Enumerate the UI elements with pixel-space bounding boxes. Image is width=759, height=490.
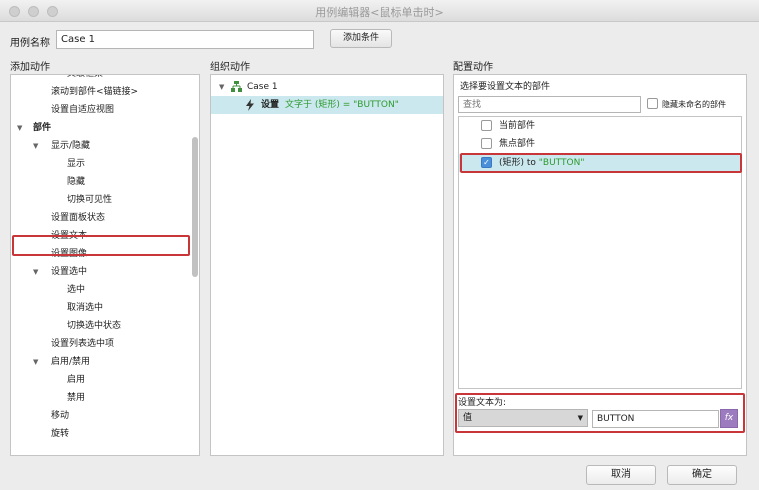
action-tree-item-label: 禁用 [67,393,86,403]
case-name-label: 用例名称 [10,38,50,49]
set-text-highlight-box [455,393,745,433]
hide-unnamed-label: 隐藏未命名的部件 [662,100,726,109]
expand-triangle-icon[interactable]: ▼ [33,263,38,281]
widget-highlight-box [460,153,742,173]
ok-button[interactable]: 确定 [667,465,737,485]
set-text-highlight-box [12,235,190,256]
lightning-icon [245,99,255,118]
expand-triangle-icon[interactable]: ▼ [17,119,22,137]
action-tree-item-label: 选中 [67,285,86,295]
action-description: 文字于 (矩形) = "BUTTON" [285,100,399,110]
widget-row-focus[interactable]: 焦点部件 [459,135,741,153]
add-condition-button[interactable]: 添加条件 [330,29,392,48]
action-tree-item-label: 滚动到部件<锚链接> [51,87,139,97]
action-row-selected[interactable]: 设置 文字于 (矩形) = "BUTTON" [211,96,443,114]
organize-action-panel: ▼ Case 1 设置 文字于 (矩形) = "BUTTON" [210,74,444,456]
configure-action-heading: 配置动作 [453,62,493,73]
action-tree-item-label: 切换可见性 [67,195,113,205]
action-tree-item-label: 移动 [51,411,70,421]
widget-search-input[interactable] [458,96,641,113]
widget-checkbox[interactable] [481,120,492,131]
widget-label: 当前部件 [499,121,536,131]
action-tree-item-label: 取消选中 [67,303,104,313]
action-tree-item-label: 设置列表选中项 [51,339,115,349]
action-tree-item-label: 启用/禁用 [51,357,91,367]
case-tree-row[interactable]: ▼ Case 1 [211,78,443,96]
action-tree-item-label: 旋转 [51,429,70,439]
configure-action-panel: 选择要设置文本的部件 隐藏未命名的部件 当前部件 焦点部件 ✓ (矩形) to … [453,74,747,456]
action-tree-item-label: 部件 [33,123,52,133]
action-tree-item-label: 父级框架 [67,74,104,79]
window-title: 用例编辑器<鼠标单击时> [315,6,444,19]
action-verb: 设置 [261,100,280,110]
hide-unnamed-checkbox[interactable] [647,98,658,109]
case-name-input[interactable] [56,30,314,49]
select-widget-subtitle: 选择要设置文本的部件 [460,82,551,92]
action-tree-panel: 父级框架滚动到部件<锚链接> 设置自适应视图 ▼ 部件 ▼ 显示/隐藏显示隐藏切换可见性设… [10,74,200,456]
case-name-text: Case 1 [247,82,278,92]
action-tree-item-label: 切换选中状态 [67,321,122,331]
action-tree-item-label: 设置选中 [51,267,88,277]
action-tree-item-label: 显示 [67,159,86,169]
widget-list: 当前部件 焦点部件 ✓ (矩形) to "BUTTON" [458,116,742,389]
action-tree-item-label: 显示/隐藏 [51,141,91,151]
cancel-button[interactable]: 取消 [586,465,656,485]
organize-action-heading: 组织动作 [210,62,250,73]
add-action-heading: 添加动作 [10,62,50,73]
action-tree-scrollbar[interactable] [192,137,198,277]
action-tree-item-label: 设置面板状态 [51,213,106,223]
expand-triangle-icon[interactable]: ▼ [33,353,38,371]
expand-triangle-icon[interactable]: ▼ [219,78,224,96]
widget-label: 焦点部件 [499,139,536,149]
action-tree-item-label: 启用 [67,375,86,385]
expand-triangle-icon[interactable]: ▼ [33,137,38,155]
case-icon [231,81,242,92]
widget-row-current[interactable]: 当前部件 [459,117,741,135]
title-bar: 用例编辑器<鼠标单击时> [0,0,759,22]
action-tree-item-label: 隐藏 [67,177,86,187]
widget-checkbox[interactable] [481,138,492,149]
action-tree-item-label: 设置自适应视图 [51,105,115,115]
